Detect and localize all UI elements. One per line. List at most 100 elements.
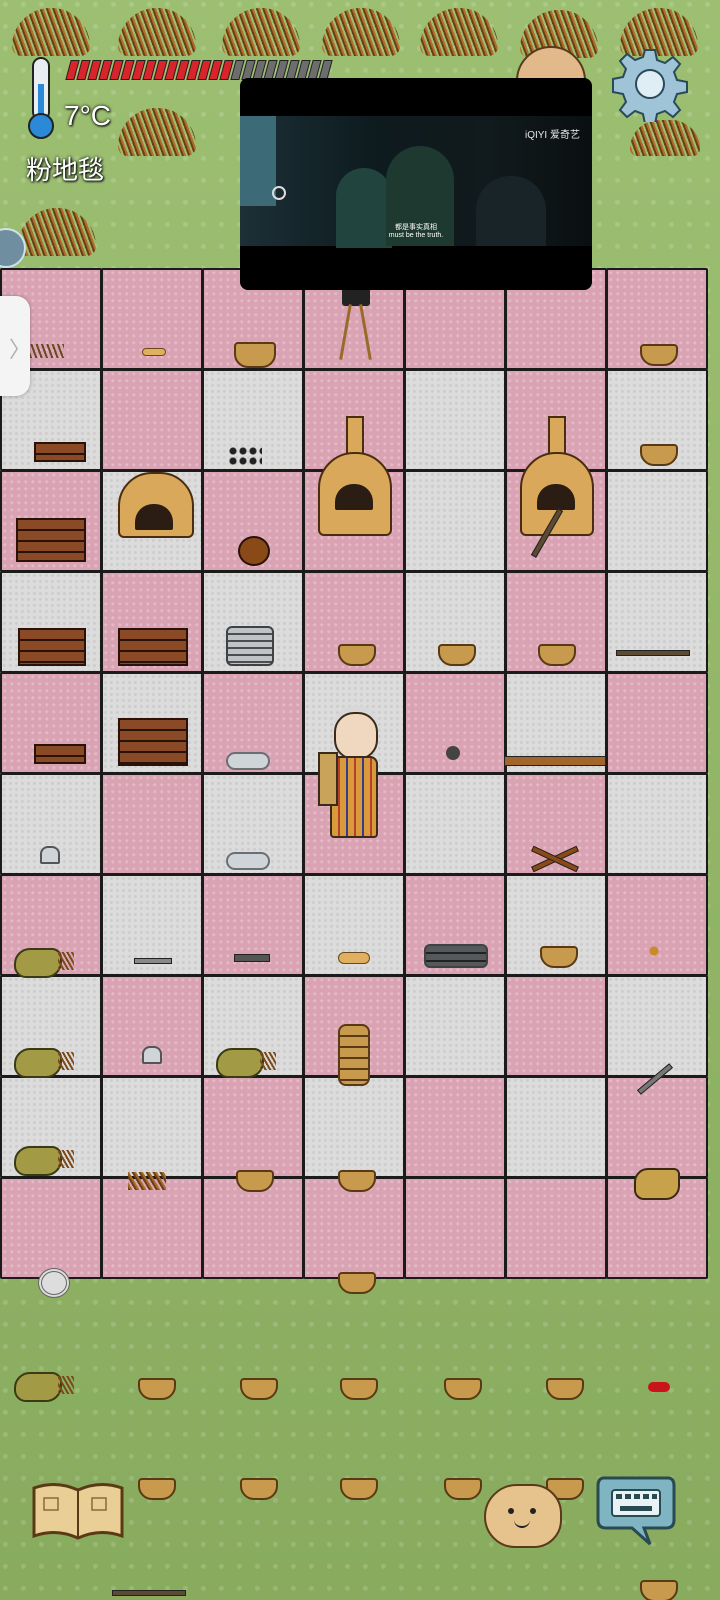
white-carpet-tile[interactable] [606,571,708,673]
hay-pile[interactable] [322,8,400,56]
basket[interactable] [240,1378,278,1400]
knife[interactable] [134,958,172,964]
pink-carpet-tile[interactable] [505,1177,607,1279]
flat-bread[interactable] [338,952,370,964]
long-shaft[interactable] [616,650,690,656]
basket[interactable] [338,1170,376,1192]
flat-stone[interactable] [226,852,270,870]
dead-goose[interactable] [634,1168,680,1200]
white-carpet-tile[interactable] [606,470,708,572]
white-carpet-tile[interactable] [505,1076,607,1178]
white-carpet-tile[interactable] [606,975,708,1077]
pink-carpet-tile[interactable] [606,672,708,774]
adobe-brick[interactable] [34,744,86,764]
round-burr[interactable] [238,536,270,566]
flat-bread[interactable] [142,348,166,356]
pink-carpet-tile[interactable] [404,1177,506,1279]
small-sharp-stone[interactable] [40,846,60,864]
book-icon[interactable] [30,1480,126,1542]
wooden-board[interactable] [504,756,606,766]
small-sharp-stone[interactable] [142,1046,162,1064]
gear-icon[interactable] [612,46,688,125]
pink-carpet-tile[interactable] [101,1177,203,1279]
basket[interactable] [338,1272,376,1294]
hay-pile[interactable] [12,8,90,56]
hay-pile[interactable] [222,8,300,56]
basket[interactable] [340,1478,378,1500]
adobe-brick[interactable] [34,442,86,462]
pink-carpet-tile[interactable] [303,1177,405,1279]
player-character[interactable] [318,712,382,838]
bowl-with-stone[interactable] [538,644,576,666]
white-carpet-tile[interactable] [101,1076,203,1178]
pink-carpet-tile[interactable] [101,369,203,471]
seed-sack[interactable] [216,1048,276,1078]
white-carpet-tile[interactable] [404,773,506,875]
hay-pile[interactable] [420,8,498,56]
pink-carpet-tile[interactable] [404,1076,506,1178]
pink-carpet-tile[interactable] [606,874,708,976]
iron-ingot-stack[interactable] [424,944,488,968]
basket[interactable] [340,1378,378,1400]
clay-bowl[interactable] [540,946,578,968]
adobe-brick-stack[interactable] [118,628,188,666]
basket[interactable] [138,1378,176,1400]
pink-carpet-tile[interactable] [101,773,203,875]
seed-sack[interactable] [14,1372,74,1402]
basket[interactable] [236,1170,274,1192]
metal-ring[interactable] [38,1268,70,1298]
flat-stone-stack[interactable] [226,626,274,666]
long-shaft[interactable] [112,1590,186,1596]
bowl-with-stone[interactable] [438,644,476,666]
video-settings-icon[interactable] [272,186,286,200]
round-stone[interactable] [446,746,460,760]
adobe-kiln[interactable] [520,452,594,536]
red-pepper[interactable] [648,1382,670,1392]
easel[interactable] [338,286,378,362]
basket[interactable] [640,1580,678,1600]
white-carpet-tile[interactable] [606,773,708,875]
hay-pile[interactable] [118,8,196,56]
hay-pile[interactable] [118,108,196,156]
flat-stone[interactable] [226,752,270,770]
basket[interactable] [640,444,678,466]
white-carpet-tile[interactable] [404,975,506,1077]
adobe-brick-stack[interactable] [118,718,188,766]
seed-sack[interactable] [14,1048,74,1078]
short-pipe[interactable] [234,954,270,962]
basket[interactable] [546,1378,584,1400]
white-carpet-tile[interactable] [404,470,506,572]
basket[interactable] [444,1478,482,1500]
video-frame[interactable]: iQIYI 爱奇艺 都是事实真相 must be the truth. [240,116,592,248]
pink-carpet-tile[interactable] [505,975,607,1077]
basket[interactable] [234,342,276,368]
basket[interactable] [640,344,678,366]
burdock-leaves[interactable] [128,1172,166,1190]
bowl-with-stone[interactable] [338,644,376,666]
black-seeds[interactable] [228,446,262,466]
adobe-brick-stack[interactable] [16,518,86,562]
stick-bundle[interactable] [30,344,64,358]
adobe-brick-stack[interactable] [18,628,86,666]
game-scene[interactable]: 7°C 粉地毯 〉 iQIYI 爱奇艺 都是事实真相 must be the t… [0,0,720,1600]
white-carpet-tile[interactable] [303,1076,405,1178]
basket[interactable] [444,1378,482,1400]
floating-video-player[interactable]: iQIYI 爱奇艺 都是事实真相 must be the truth. [240,78,592,290]
small-flower[interactable] [644,942,664,960]
adobe-kiln[interactable] [318,452,392,536]
pink-carpet-tile[interactable] [202,1076,304,1178]
potato-face-icon[interactable] [484,1484,562,1548]
basket[interactable] [138,1478,176,1500]
seed-sack[interactable] [14,1146,74,1176]
hay-pile[interactable] [630,120,700,156]
pink-carpet-tile[interactable] [606,1076,708,1178]
seed-sack[interactable] [14,948,74,978]
hay-pile[interactable] [18,208,96,256]
side-panel-tab[interactable]: 〉 [0,296,31,396]
pink-carpet-tile[interactable] [202,1177,304,1279]
adobe-kiln[interactable] [118,472,194,538]
basket-stack[interactable] [338,1024,370,1086]
keyboard-icon[interactable] [596,1474,676,1546]
pink-carpet-tile[interactable] [0,1177,102,1279]
basket[interactable] [240,1478,278,1500]
